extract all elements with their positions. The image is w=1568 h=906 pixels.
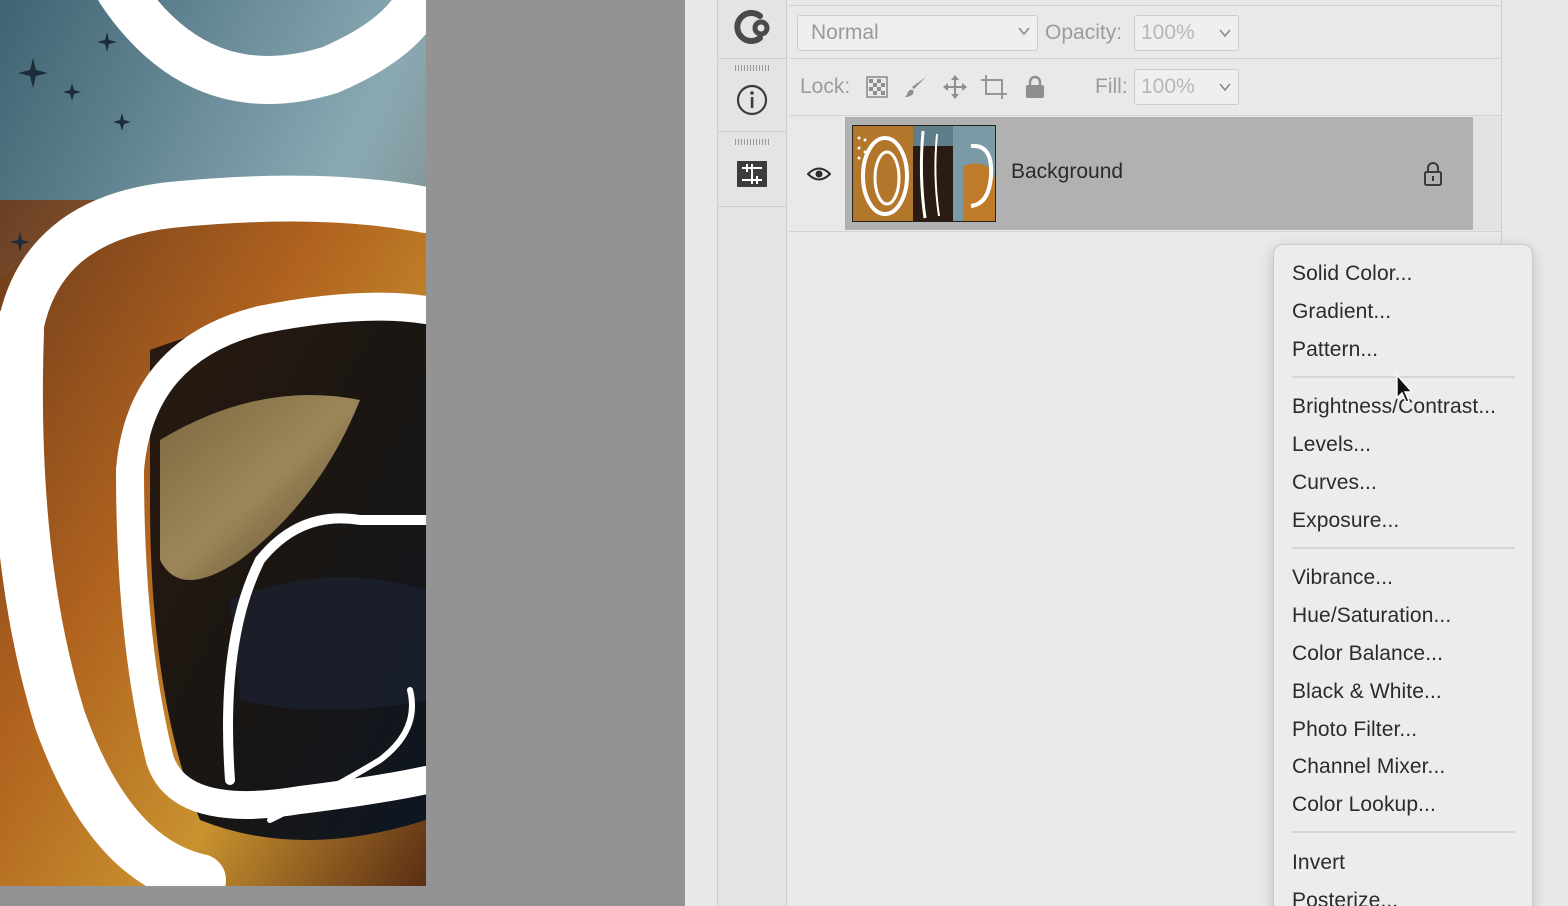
lock-all-button[interactable] bbox=[1022, 74, 1048, 100]
lock-artboard-icon bbox=[981, 75, 1007, 99]
menu-item-hue-saturation[interactable]: Hue/Saturation... bbox=[1292, 604, 1451, 628]
info-icon bbox=[736, 84, 768, 116]
panel-grip[interactable] bbox=[735, 65, 771, 71]
chevron-down-icon bbox=[1219, 83, 1231, 92]
lock-position-icon bbox=[943, 75, 967, 99]
lock-image-pixels-button[interactable] bbox=[903, 74, 929, 100]
lock-all-icon bbox=[1026, 75, 1044, 98]
layers-scrollbar[interactable] bbox=[1473, 117, 1501, 230]
blend-mode-value: Normal bbox=[811, 21, 879, 44]
panel-grip[interactable] bbox=[735, 139, 771, 145]
menu-item-curves[interactable]: Curves... bbox=[1292, 471, 1377, 495]
menu-item-levels[interactable]: Levels... bbox=[1292, 433, 1371, 457]
properties-button[interactable] bbox=[717, 154, 787, 194]
panel-top-border bbox=[789, 5, 1502, 6]
tool-separator bbox=[717, 58, 787, 59]
layer-thumbnail[interactable] bbox=[852, 125, 996, 222]
menu-item-exposure[interactable]: Exposure... bbox=[1292, 509, 1399, 533]
menu-item-solid-color[interactable]: Solid Color... bbox=[1292, 262, 1412, 286]
creative-cloud-libraries-icon bbox=[734, 10, 770, 44]
menu-item-photo-filter[interactable]: Photo Filter... bbox=[1292, 718, 1417, 742]
blend-mode-select[interactable]: Normal bbox=[797, 15, 1038, 51]
menu-separator bbox=[1292, 831, 1515, 833]
chevron-down-icon bbox=[1018, 27, 1030, 36]
layer-visibility-toggle[interactable] bbox=[797, 117, 841, 230]
collapsed-panel-strip bbox=[717, 0, 787, 906]
lock-artboard-button[interactable] bbox=[981, 74, 1007, 100]
opacity-input[interactable]: 100% bbox=[1134, 15, 1213, 51]
canvas-pasteboard-bottom bbox=[0, 886, 426, 906]
mouse-cursor-icon bbox=[1396, 374, 1414, 403]
info-button[interactable] bbox=[717, 80, 787, 120]
fill-label: Fill: bbox=[1095, 75, 1128, 98]
opacity-dropdown-button[interactable] bbox=[1212, 15, 1239, 51]
menu-item-color-lookup[interactable]: Color Lookup... bbox=[1292, 793, 1436, 817]
layer-name[interactable]: Background bbox=[1011, 160, 1123, 184]
menu-separator bbox=[1292, 547, 1515, 549]
lock-transparent-pixels-icon bbox=[866, 76, 888, 98]
panel-row-separator bbox=[789, 115, 1502, 116]
adjustment-layer-menu: Solid Color... Gradient... Pattern... Br… bbox=[1273, 244, 1533, 906]
libraries-button[interactable] bbox=[717, 4, 787, 50]
layer-locked-indicator bbox=[1421, 161, 1445, 187]
eye-icon bbox=[807, 167, 831, 180]
menu-item-pattern[interactable]: Pattern... bbox=[1292, 338, 1378, 362]
lock-position-button[interactable] bbox=[942, 74, 968, 100]
opacity-label: Opacity: bbox=[1045, 21, 1123, 44]
panel-row-separator bbox=[789, 58, 1502, 59]
artwork-image bbox=[0, 0, 426, 886]
menu-item-black-white[interactable]: Black & White... bbox=[1292, 680, 1442, 704]
tool-separator bbox=[717, 131, 787, 132]
panel-row-separator bbox=[789, 231, 1502, 232]
lock-icon bbox=[1424, 162, 1442, 186]
fill-dropdown-button[interactable] bbox=[1212, 69, 1239, 105]
lock-image-pixels-icon bbox=[905, 77, 926, 97]
canvas-pasteboard bbox=[426, 0, 685, 906]
lock-transparent-pixels-button[interactable] bbox=[864, 74, 890, 100]
menu-item-posterize[interactable]: Posterize... bbox=[1292, 889, 1398, 906]
menu-item-color-balance[interactable]: Color Balance... bbox=[1292, 642, 1443, 666]
chevron-down-icon bbox=[1219, 29, 1231, 38]
tool-separator bbox=[717, 206, 787, 207]
menu-item-channel-mixer[interactable]: Channel Mixer... bbox=[1292, 755, 1445, 779]
fill-input[interactable]: 100% bbox=[1134, 69, 1213, 105]
menu-item-gradient[interactable]: Gradient... bbox=[1292, 300, 1391, 324]
menu-item-brightness-contrast[interactable]: Brightness/Contrast... bbox=[1292, 395, 1496, 419]
menu-item-vibrance[interactable]: Vibrance... bbox=[1292, 566, 1393, 590]
document-canvas[interactable] bbox=[0, 0, 426, 886]
layer-thumbnail-image bbox=[853, 126, 995, 221]
properties-icon bbox=[737, 161, 767, 187]
lock-label: Lock: bbox=[800, 75, 851, 98]
menu-item-invert[interactable]: Invert bbox=[1292, 851, 1345, 875]
